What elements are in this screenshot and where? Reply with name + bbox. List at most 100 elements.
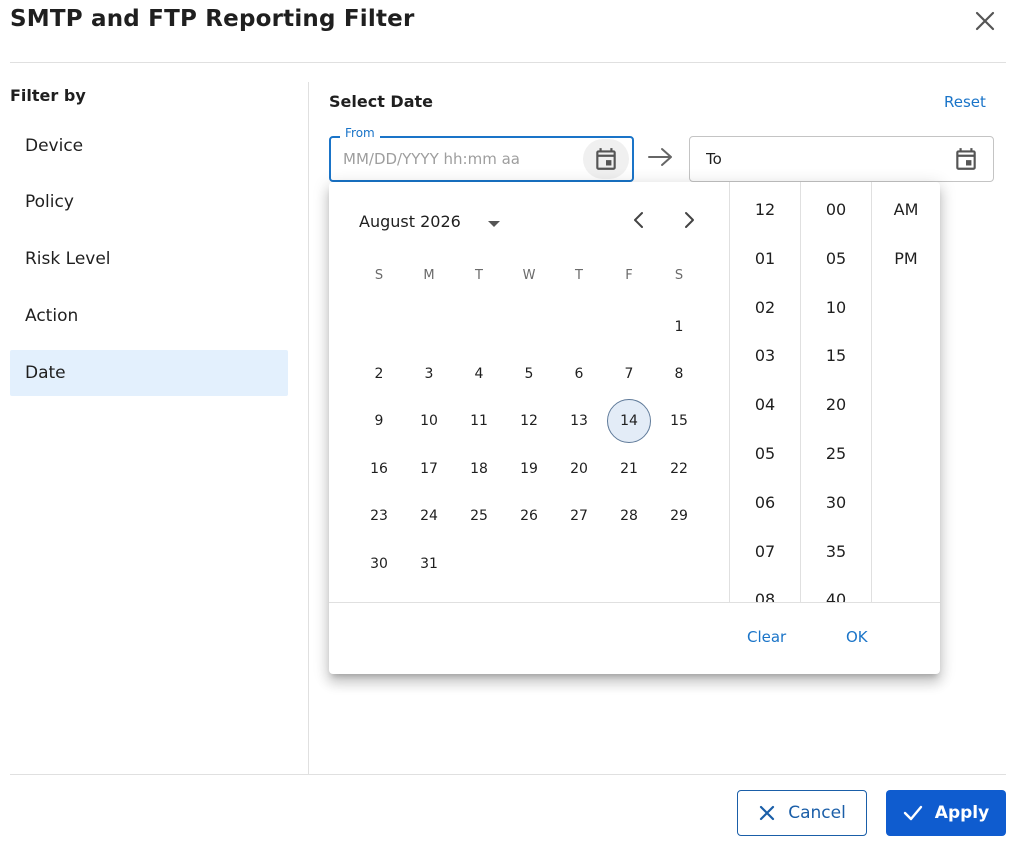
calendar-day[interactable]: 24 (407, 494, 451, 538)
calendar-day[interactable]: 11 (457, 399, 501, 443)
minute-option[interactable]: 00 (801, 200, 871, 219)
cancel-button[interactable]: Cancel (737, 790, 867, 836)
hour-option[interactable]: 01 (730, 249, 800, 268)
hour-option[interactable]: 03 (730, 346, 800, 365)
footer-divider (10, 774, 1006, 775)
hour-option[interactable]: 06 (730, 493, 800, 512)
hour-option[interactable]: 07 (730, 542, 800, 561)
weekday-label: T (475, 268, 483, 283)
calendar-day[interactable]: 17 (407, 447, 451, 491)
next-month-button[interactable] (677, 208, 701, 232)
calendar-day[interactable]: 29 (657, 494, 701, 538)
calendar-day[interactable]: 12 (507, 399, 551, 443)
calendar-day[interactable]: 1 (657, 305, 701, 349)
calendar-day[interactable]: 28 (607, 494, 651, 538)
minute-option[interactable]: 35 (801, 542, 871, 561)
calendar-day[interactable]: 23 (357, 494, 401, 538)
calendar-day[interactable]: 22 (657, 447, 701, 491)
hours-column[interactable]: 12 01 02 03 04 05 06 07 08 (729, 182, 800, 602)
ok-button[interactable]: OK (846, 628, 868, 646)
to-date-field[interactable] (689, 136, 994, 182)
calendar-day[interactable]: 18 (457, 447, 501, 491)
calendar-day[interactable]: 25 (457, 494, 501, 538)
from-calendar-button[interactable] (583, 139, 629, 179)
date-time-picker: August 2026 SMTWTFS 1 2 3 4 5 6 7 8 9 10 11 12 13 14 1… (329, 182, 940, 674)
from-date-field[interactable] (329, 136, 634, 182)
from-field-label: From (340, 126, 380, 140)
calendar-day[interactable]: 3 (407, 352, 451, 396)
calendar-day[interactable]: 7 (607, 352, 651, 396)
calendar-day[interactable]: 13 (557, 399, 601, 443)
minute-option[interactable]: 05 (801, 249, 871, 268)
sidebar-item-label: Action (25, 306, 79, 326)
calendar-day[interactable]: 10 (407, 399, 451, 443)
calendar-day[interactable]: 15 (657, 399, 701, 443)
weekday-label: F (625, 268, 633, 283)
calendar-day[interactable]: 20 (557, 447, 601, 491)
weekday-label: W (522, 268, 536, 283)
apply-button[interactable]: Apply (886, 790, 1006, 836)
hour-option[interactable]: 05 (730, 444, 800, 463)
hour-option[interactable]: 08 (730, 590, 800, 602)
minutes-column[interactable]: 00 05 10 15 20 25 30 35 40 (800, 182, 871, 602)
meridiem-column[interactable]: AM PM (871, 182, 940, 602)
calendar-day[interactable]: 9 (357, 399, 401, 443)
picker-actions-divider (329, 602, 940, 603)
sidebar-item-date[interactable]: Date (10, 350, 288, 396)
sidebar-item-action[interactable]: Action (10, 293, 288, 339)
calendar-day[interactable]: 27 (557, 494, 601, 538)
chevron-right-icon (685, 212, 694, 228)
sidebar-item-risk-level[interactable]: Risk Level (10, 236, 288, 282)
from-date-input[interactable] (343, 138, 583, 180)
minute-option[interactable]: 15 (801, 346, 871, 365)
clear-button[interactable]: Clear (747, 628, 786, 646)
calendar-day[interactable]: 31 (407, 542, 451, 586)
sidebar-item-label: Device (25, 136, 84, 156)
minute-option[interactable]: 10 (801, 298, 871, 317)
hour-option[interactable]: 12 (730, 200, 800, 219)
calendar-day-today[interactable]: 14 (607, 399, 651, 443)
calendar-day[interactable]: 8 (657, 352, 701, 396)
x-icon (760, 805, 775, 821)
calendar-day[interactable]: 21 (607, 447, 651, 491)
sidebar-item-device[interactable]: Device (10, 123, 288, 169)
calendar-day[interactable]: 19 (507, 447, 551, 491)
reset-link[interactable]: Reset (944, 93, 986, 111)
to-calendar-button[interactable] (946, 139, 986, 179)
caret-down-icon (488, 221, 500, 227)
dialog-title: SMTP and FTP Reporting Filter (10, 6, 415, 32)
to-date-input[interactable] (706, 137, 936, 181)
calendar-day[interactable]: 30 (357, 542, 401, 586)
meridiem-option[interactable]: PM (872, 249, 940, 268)
meridiem-option[interactable]: AM (872, 200, 940, 219)
close-button[interactable] (972, 8, 998, 34)
cancel-button-label: Cancel (788, 803, 846, 823)
hour-option[interactable]: 02 (730, 298, 800, 317)
weekday-label: M (423, 268, 435, 283)
minute-option[interactable]: 40 (801, 590, 871, 602)
minute-option[interactable]: 20 (801, 395, 871, 414)
calendar-day[interactable]: 5 (507, 352, 551, 396)
month-select-button[interactable] (486, 216, 502, 232)
sidebar-item-label: Policy (25, 192, 74, 212)
calendar-day[interactable]: 2 (357, 352, 401, 396)
calendar-icon (596, 148, 616, 170)
hour-option[interactable]: 04 (730, 395, 800, 414)
minute-option[interactable]: 25 (801, 444, 871, 463)
weekday-label: S (374, 268, 384, 283)
minute-option[interactable]: 30 (801, 493, 871, 512)
filter-dialog: SMTP and FTP Reporting Filter Filter by … (0, 0, 1023, 846)
header-divider (10, 62, 1006, 63)
calendar-day[interactable]: 4 (457, 352, 501, 396)
close-icon (975, 11, 995, 31)
filter-by-heading: Filter by (10, 86, 86, 105)
calendar-day[interactable]: 6 (557, 352, 601, 396)
calendar-day[interactable]: 26 (507, 494, 551, 538)
calendar-day[interactable]: 16 (357, 447, 401, 491)
sidebar-divider (308, 82, 309, 774)
sidebar-item-label: Risk Level (25, 249, 111, 269)
month-year-label[interactable]: August 2026 (359, 212, 461, 231)
sidebar-item-policy[interactable]: Policy (10, 179, 288, 225)
calendar-icon (956, 148, 976, 170)
previous-month-button[interactable] (627, 208, 651, 232)
